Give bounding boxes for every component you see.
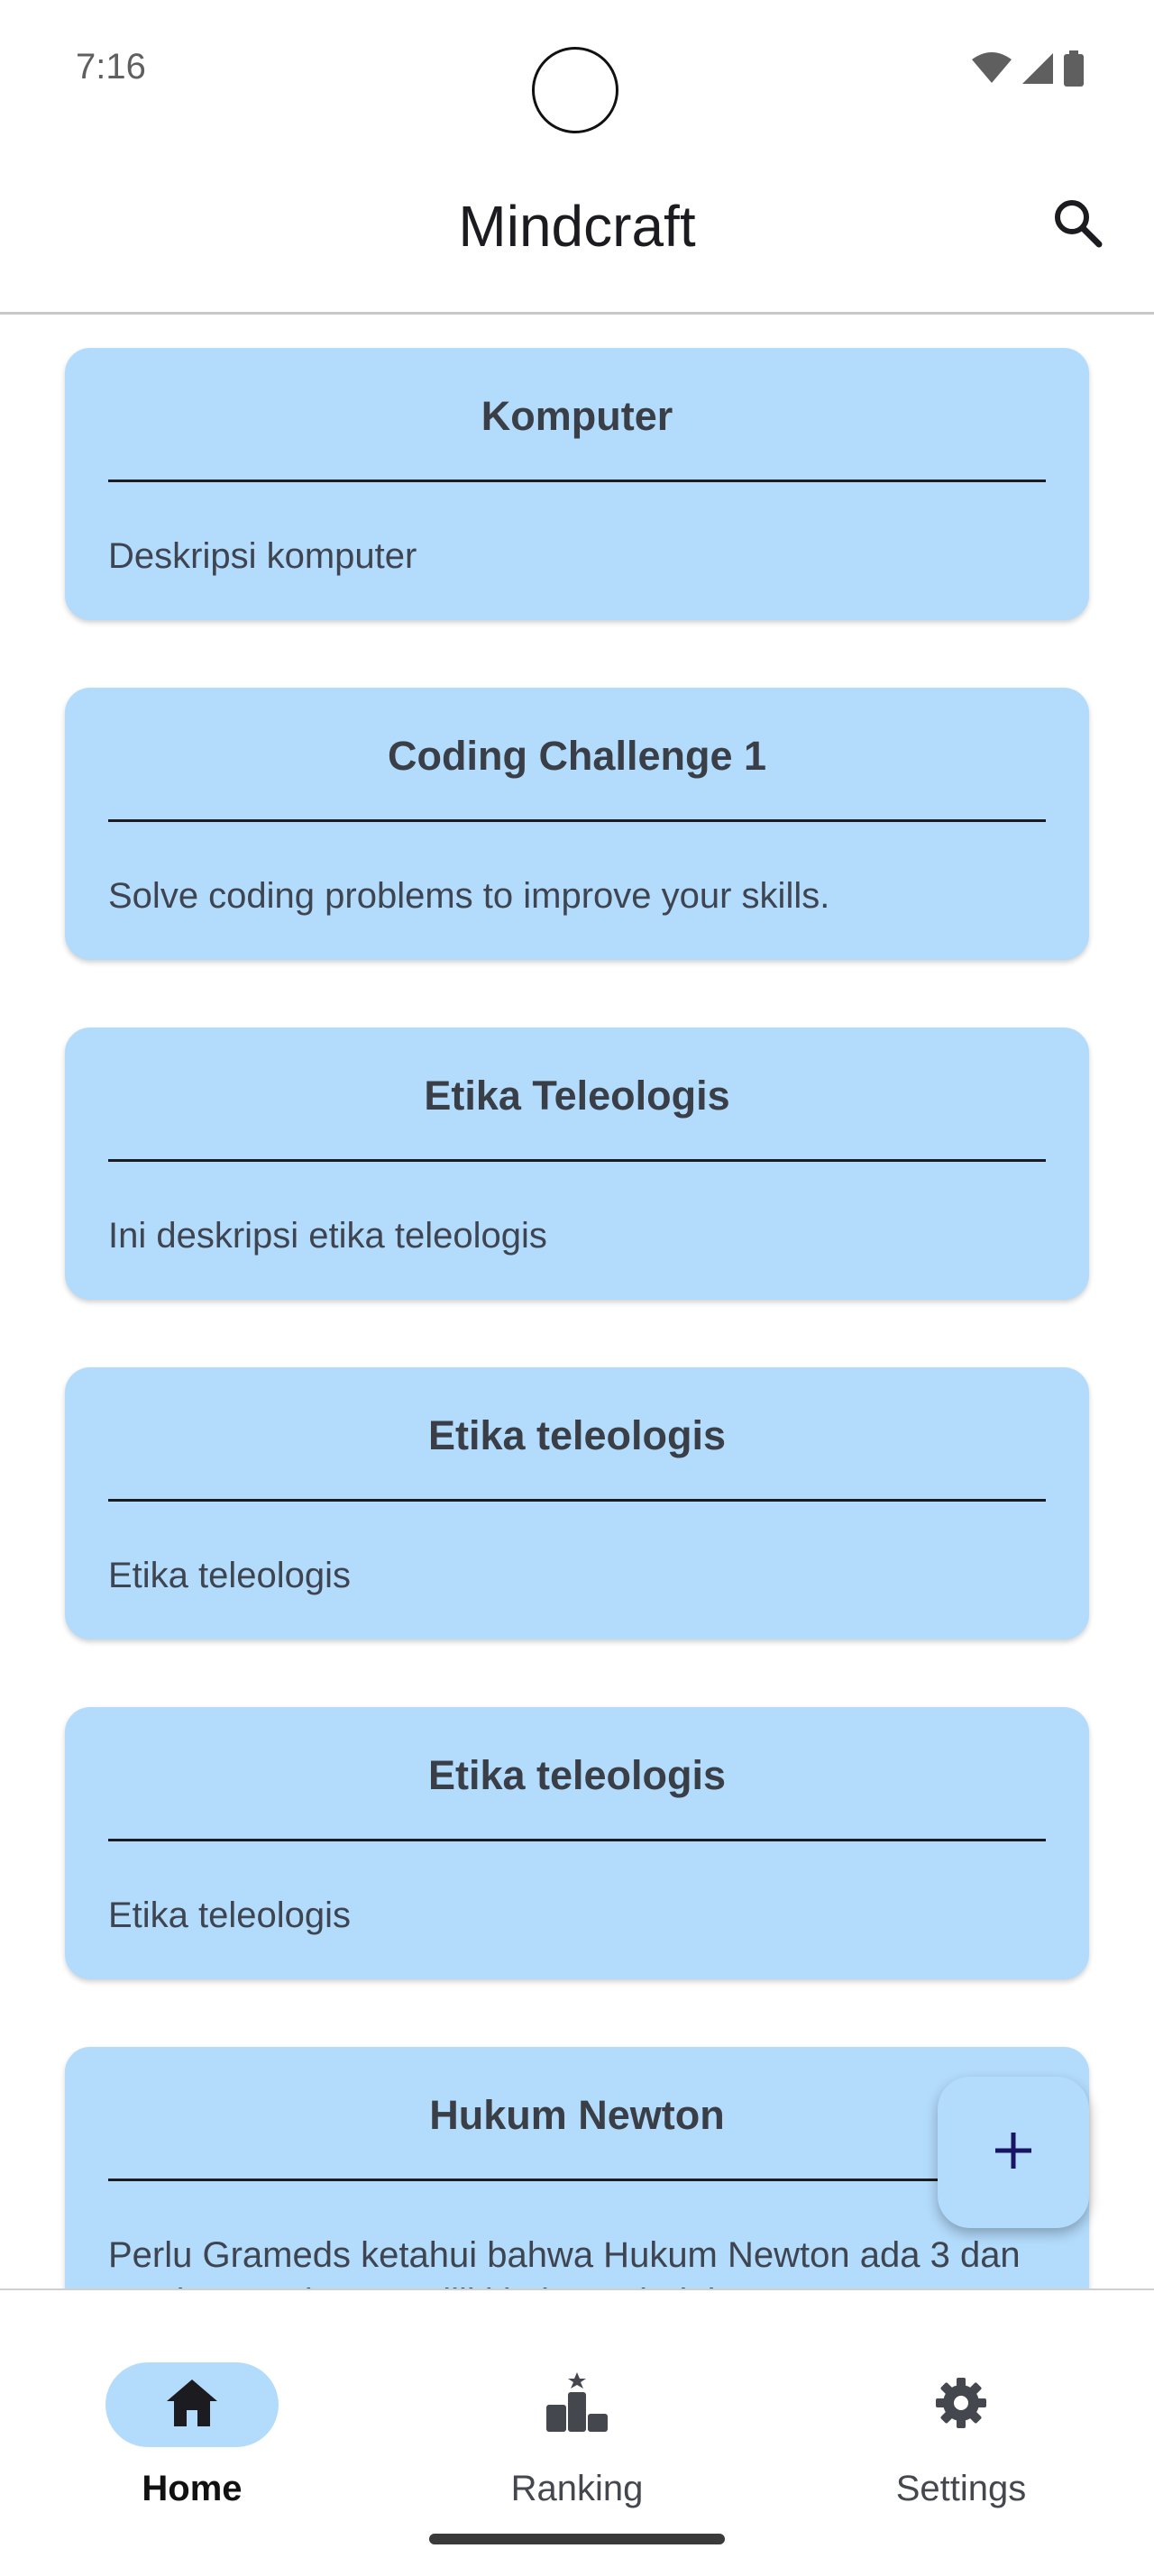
nav-label: Home bbox=[142, 2469, 243, 2508]
quiz-card[interactable]: Coding Challenge 1 Solve coding problems… bbox=[65, 688, 1089, 960]
quiz-card[interactable]: Komputer Deskripsi komputer bbox=[65, 348, 1089, 620]
search-icon bbox=[1052, 197, 1103, 252]
nav-label: Ranking bbox=[510, 2469, 644, 2508]
quiz-card[interactable]: Etika Teleologis Ini deskripsi etika tel… bbox=[65, 1028, 1089, 1300]
top-app-bar: Mindcraft bbox=[0, 135, 1154, 315]
quiz-card[interactable]: Etika teleologis Etika teleologis bbox=[65, 1707, 1089, 1979]
card-title: Etika teleologis bbox=[427, 1412, 727, 1458]
quiz-card[interactable]: Hukum Newton Perlu Grameds ketahui bahwa… bbox=[65, 2047, 1089, 2288]
nav-label: Settings bbox=[895, 2469, 1027, 2508]
card-description: Deskripsi komputer bbox=[108, 536, 417, 576]
home-icon bbox=[165, 2378, 219, 2433]
card-divider bbox=[108, 1159, 1046, 1162]
card-description: Perlu Grameds ketahui bahwa Hukum Newton… bbox=[108, 2235, 1021, 2288]
search-button[interactable] bbox=[1046, 193, 1109, 256]
nav-indicator bbox=[105, 2362, 279, 2447]
status-icons bbox=[972, 50, 1084, 91]
nav-item-settings[interactable]: Settings bbox=[826, 2326, 1096, 2508]
signal-icon bbox=[1021, 51, 1055, 90]
card-title: Hukum Newton bbox=[429, 2092, 725, 2138]
card-title: Komputer bbox=[481, 393, 673, 439]
nav-indicator bbox=[490, 2362, 664, 2447]
quiz-list[interactable]: Komputer Deskripsi komputer Coding Chall… bbox=[0, 315, 1154, 2288]
nav-item-home[interactable]: Home bbox=[57, 2326, 327, 2508]
gesture-handle[interactable] bbox=[429, 2534, 725, 2544]
wifi-icon bbox=[972, 52, 1012, 89]
card-title: Etika Teleologis bbox=[424, 1073, 730, 1119]
quiz-card[interactable]: Etika teleologis Etika teleologis bbox=[65, 1367, 1089, 1640]
gear-icon bbox=[934, 2376, 988, 2434]
card-divider bbox=[108, 1499, 1046, 1502]
card-description: Etika teleologis bbox=[108, 1895, 352, 1935]
status-time: 7:16 bbox=[76, 47, 146, 87]
card-title: Coding Challenge 1 bbox=[387, 733, 767, 779]
nav-indicator bbox=[875, 2362, 1048, 2447]
card-divider bbox=[108, 480, 1046, 482]
ranking-icon bbox=[545, 2371, 609, 2438]
card-title: Etika teleologis bbox=[427, 1752, 727, 1798]
app-title: Mindcraft bbox=[458, 194, 696, 259]
card-divider bbox=[108, 1839, 1046, 1841]
card-divider bbox=[108, 2179, 1046, 2181]
card-description: Ini deskripsi etika teleologis bbox=[108, 1216, 547, 1256]
battery-icon bbox=[1064, 50, 1084, 91]
card-description: Solve coding problems to improve your sk… bbox=[108, 876, 830, 916]
status-bar: 7:16 bbox=[0, 0, 1154, 135]
plus-icon bbox=[992, 2129, 1035, 2177]
add-quiz-button[interactable] bbox=[938, 2077, 1089, 2228]
card-divider bbox=[108, 819, 1046, 822]
nav-item-ranking[interactable]: Ranking bbox=[442, 2326, 712, 2508]
card-description: Etika teleologis bbox=[108, 1556, 352, 1595]
camera-cutout bbox=[532, 47, 618, 133]
